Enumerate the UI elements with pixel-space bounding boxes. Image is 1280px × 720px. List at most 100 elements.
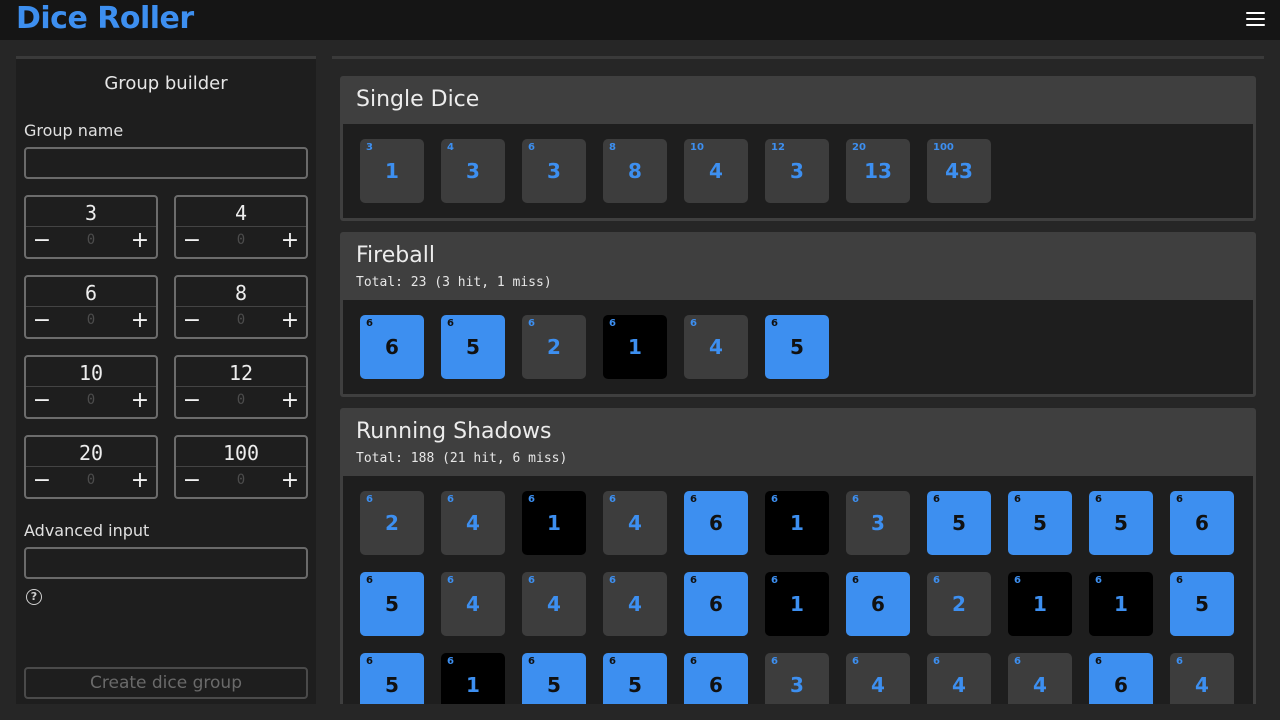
die-count-input[interactable]: 0 (66, 312, 116, 328)
die-count-input[interactable]: 0 (216, 232, 266, 248)
rolled-die[interactable]: 64 (603, 491, 667, 555)
die-value: 4 (709, 335, 723, 359)
rolled-die[interactable]: 61 (1089, 572, 1153, 636)
rolled-die[interactable]: 65 (927, 491, 991, 555)
decrement-button[interactable]: − (182, 310, 202, 334)
rolled-die[interactable]: 88 (603, 139, 667, 203)
increment-button[interactable]: + (280, 470, 300, 494)
rolled-die[interactable]: 64 (1008, 653, 1072, 704)
rolled-die[interactable]: 62 (927, 572, 991, 636)
rolled-die[interactable]: 10 4 (684, 139, 748, 203)
group-builder-title: Group builder (104, 73, 228, 94)
advanced-input[interactable] (24, 547, 308, 579)
decrement-button[interactable]: − (32, 470, 52, 494)
rolled-die[interactable]: 43 (441, 139, 505, 203)
decrement-button[interactable]: − (32, 390, 52, 414)
rolled-die[interactable]: 64 (441, 491, 505, 555)
rolled-die[interactable]: 62 (360, 491, 424, 555)
rolled-die[interactable]: 63 (846, 491, 910, 555)
rolled-die[interactable]: 62 (522, 315, 586, 379)
rolled-die[interactable]: 61 (522, 491, 586, 555)
die-count-input[interactable]: 0 (216, 472, 266, 488)
die-builder-d100: 100 −0 + (174, 435, 308, 499)
create-dice-group-button[interactable]: Create dice group (24, 667, 308, 699)
rolled-die[interactable]: 66 (684, 572, 748, 636)
die-value: 4 (871, 673, 885, 697)
die-sides-label: 6 (1095, 656, 1102, 667)
rolled-die[interactable]: 66 (684, 653, 748, 704)
rolled-die[interactable]: 61 (765, 491, 829, 555)
hamburger-menu-icon[interactable] (1246, 12, 1265, 28)
rolled-die[interactable]: 61 (603, 315, 667, 379)
rolled-die[interactable]: 64 (522, 572, 586, 636)
rolled-die[interactable]: 66 (684, 491, 748, 555)
help-icon[interactable]: ? (26, 589, 42, 605)
die-value: 5 (466, 335, 480, 359)
rolled-die[interactable]: 66 (1089, 653, 1153, 704)
rolled-die[interactable]: 64 (603, 572, 667, 636)
increment-button[interactable]: + (130, 390, 150, 414)
increment-button[interactable]: + (130, 230, 150, 254)
rolled-die[interactable]: 20 13 (846, 139, 910, 203)
rolled-die[interactable]: 65 (522, 653, 586, 704)
die-value: 5 (1114, 511, 1128, 535)
group-name-input[interactable] (24, 147, 308, 179)
decrement-button[interactable]: − (32, 230, 52, 254)
rolled-die[interactable]: 64 (846, 653, 910, 704)
decrement-button[interactable]: − (32, 310, 52, 334)
rolled-die[interactable]: 61 (441, 653, 505, 704)
rolled-die[interactable]: 100 43 (927, 139, 991, 203)
die-value: 3 (790, 159, 804, 183)
die-sides-label: 6 (1176, 575, 1183, 586)
die-count-input[interactable]: 0 (66, 392, 116, 408)
die-value: 8 (628, 159, 642, 183)
rolled-die[interactable]: 31 (360, 139, 424, 203)
decrement-button[interactable]: − (182, 470, 202, 494)
die-value: 1 (628, 335, 642, 359)
rolled-die[interactable]: 65 (360, 653, 424, 704)
decrement-button[interactable]: − (182, 230, 202, 254)
die-count-input[interactable]: 0 (66, 472, 116, 488)
dice-group: Running Shadows Total: 188 (21 hit, 6 mis… (340, 408, 1256, 704)
dice-group-title: Running Shadows (356, 419, 552, 444)
rolled-die[interactable]: 12 3 (765, 139, 829, 203)
rolled-die[interactable]: 65 (765, 315, 829, 379)
rolled-die[interactable]: 65 (360, 572, 424, 636)
die-value: 4 (547, 592, 561, 616)
die-count-input[interactable]: 0 (216, 392, 266, 408)
die-sides-label: 6 (852, 575, 859, 586)
rolled-die[interactable]: 66 (360, 315, 424, 379)
increment-button[interactable]: + (280, 230, 300, 254)
rolled-die[interactable]: 64 (1170, 653, 1234, 704)
rolled-die[interactable]: 61 (1008, 572, 1072, 636)
rolled-die[interactable]: 65 (1008, 491, 1072, 555)
rolled-die[interactable]: 64 (441, 572, 505, 636)
rolled-die[interactable]: 63 (522, 139, 586, 203)
die-value: 3 (547, 159, 561, 183)
dice-group: Single Dice 3 1 4 3 6 3 8 8 10 4 12 3 20 13 100 43 (340, 76, 1256, 221)
rolled-die[interactable]: 64 (684, 315, 748, 379)
rolled-die[interactable]: 63 (765, 653, 829, 704)
die-count-input[interactable]: 0 (66, 232, 116, 248)
rolled-die[interactable]: 65 (441, 315, 505, 379)
die-sides-label: 6 (528, 656, 535, 667)
rolled-die[interactable]: 65 (603, 653, 667, 704)
increment-button[interactable]: + (130, 310, 150, 334)
die-sides-label: 3 (366, 142, 373, 153)
increment-button[interactable]: + (280, 310, 300, 334)
die-value: 2 (952, 592, 966, 616)
rolled-die[interactable]: 65 (1089, 491, 1153, 555)
rolled-die[interactable]: 65 (1170, 572, 1234, 636)
rolled-die[interactable]: 66 (846, 572, 910, 636)
rolled-die[interactable]: 64 (927, 653, 991, 704)
die-value: 43 (945, 159, 973, 183)
die-sides-label: 6 (1014, 575, 1021, 586)
increment-button[interactable]: + (280, 390, 300, 414)
decrement-button[interactable]: − (182, 390, 202, 414)
increment-button[interactable]: + (130, 470, 150, 494)
rolled-die[interactable]: 61 (765, 572, 829, 636)
die-builder-d10: 10 −0 + (24, 355, 158, 419)
rolled-die[interactable]: 66 (1170, 491, 1234, 555)
die-count-input[interactable]: 0 (216, 312, 266, 328)
die-sides-label: 6 (447, 656, 454, 667)
